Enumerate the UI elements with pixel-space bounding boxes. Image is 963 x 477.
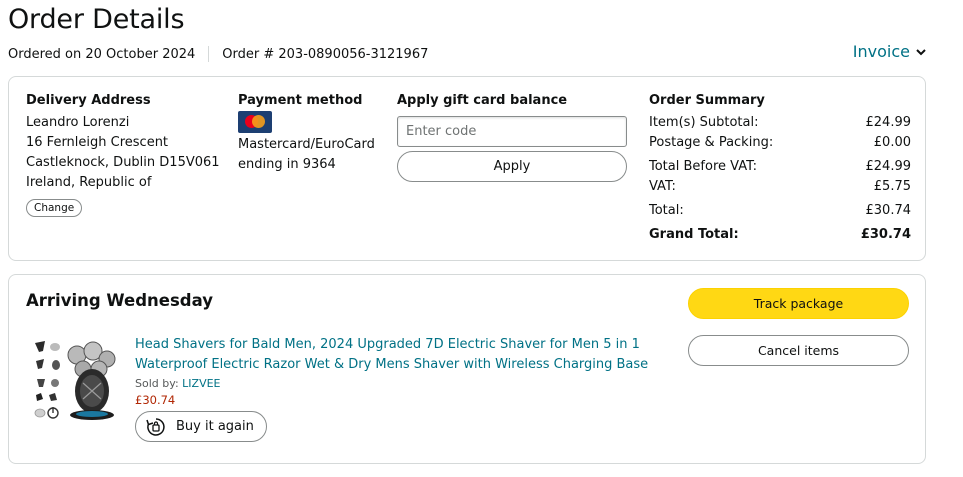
summary-label: Total Before VAT: — [649, 159, 757, 174]
apply-button[interactable]: Apply — [397, 151, 627, 182]
order-number: Order # 203-0890056-3121967 — [222, 46, 429, 62]
track-package-button[interactable]: Track package — [688, 288, 909, 319]
order-meta: Ordered on 20 October 2024 Order # 203-0… — [8, 46, 428, 62]
address-line: Ireland, Republic of — [26, 175, 152, 190]
gift-card-title: Apply gift card balance — [397, 93, 568, 108]
summary-row-total: Total: £30.74 — [649, 201, 911, 221]
order-info-card: Delivery Address Leandro Lorenzi 16 Fern… — [8, 76, 926, 261]
shipment-card: Arriving Wednesday Head Shavers for Bald… — [8, 274, 926, 464]
summary-row-postage: Postage & Packing: £0.00 — [649, 133, 911, 153]
mastercard-icon — [238, 111, 272, 133]
summary-value: £5.75 — [873, 179, 911, 194]
order-summary: Order Summary Item(s) Subtotal: £24.99 P… — [649, 93, 911, 245]
buy-again-label: Buy it again — [176, 419, 254, 434]
summary-value: £30.74 — [865, 203, 912, 218]
summary-row-grand-total: Grand Total: £30.74 — [649, 225, 911, 245]
gift-card-section: Apply gift card balance Apply — [397, 93, 627, 182]
product-title-link[interactable]: Head Shavers for Bald Men, 2024 Upgraded… — [135, 335, 655, 375]
summary-row-subtotal: Item(s) Subtotal: £24.99 — [649, 113, 911, 133]
summary-value: £24.99 — [865, 159, 912, 174]
item-price: £30.74 — [135, 393, 176, 407]
divider — [208, 46, 210, 62]
page-title: Order Details — [8, 4, 185, 35]
payment-card-name: Mastercard/EuroCard — [238, 137, 375, 152]
payment-method-title: Payment method — [238, 93, 363, 108]
reorder-icon — [146, 417, 165, 436]
summary-value: £30.74 — [860, 227, 911, 242]
seller-link[interactable]: LIZVEE — [182, 377, 220, 390]
buy-again-button[interactable]: Buy it again — [135, 411, 267, 442]
summary-value: £24.99 — [865, 115, 912, 130]
invoice-dropdown[interactable]: Invoice — [853, 42, 927, 61]
order-summary-title: Order Summary — [649, 93, 765, 108]
order-date: Ordered on 20 October 2024 — [8, 46, 196, 62]
invoice-label: Invoice — [852, 42, 910, 61]
summary-label: Postage & Packing: — [649, 135, 774, 150]
summary-label: Item(s) Subtotal: — [649, 115, 759, 130]
summary-row-vat: VAT: £5.75 — [649, 177, 911, 197]
address-line: Castleknock, Dublin D15V061 — [26, 155, 220, 170]
delivery-address-title: Delivery Address — [26, 93, 151, 108]
product-info: Head Shavers for Bald Men, 2024 Upgraded… — [135, 335, 655, 442]
summary-label: Total: — [649, 203, 684, 218]
summary-label: Grand Total: — [649, 227, 739, 242]
product-image[interactable] — [31, 335, 121, 421]
sold-by-label: Sold by: — [135, 377, 183, 390]
address-line: Leandro Lorenzi — [26, 115, 130, 130]
cancel-items-button[interactable]: Cancel items — [688, 335, 909, 366]
payment-card-ending: ending in 9364 — [238, 157, 336, 172]
summary-value: £0.00 — [873, 135, 911, 150]
gift-code-input[interactable] — [397, 116, 627, 147]
shipment-status: Arriving Wednesday — [26, 291, 213, 310]
change-address-button[interactable]: Change — [26, 199, 83, 217]
summary-label: VAT: — [649, 179, 676, 194]
address-line: 16 Fernleigh Crescent — [26, 135, 169, 150]
chevron-down-icon — [916, 48, 926, 55]
summary-row-before-vat: Total Before VAT: £24.99 — [649, 157, 911, 177]
delivery-address: Delivery Address Leandro Lorenzi 16 Fern… — [26, 93, 226, 217]
payment-method: Payment method Mastercard/EuroCard endin… — [238, 93, 388, 175]
sold-by: Sold by: LIZVEE — [135, 377, 655, 390]
